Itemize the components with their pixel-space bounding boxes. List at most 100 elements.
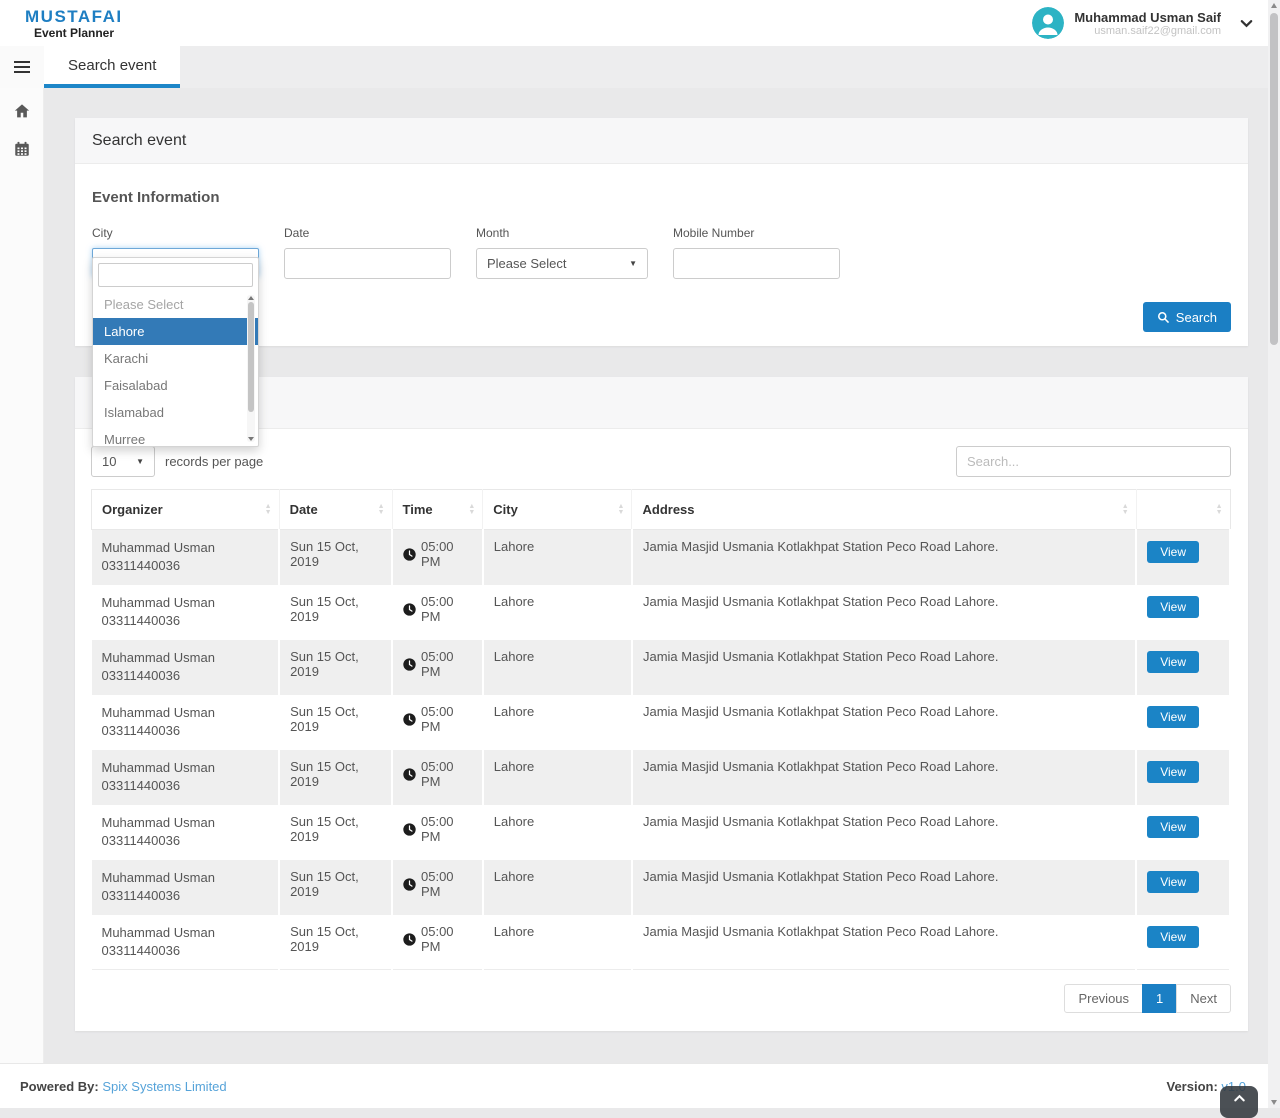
city-dropdown-option[interactable]: Please Select [93, 291, 258, 318]
column-header-time[interactable]: Time▲▼ [392, 490, 483, 530]
user-menu[interactable]: Muhammad Usman Saif usman.saif22@gmail.c… [1032, 7, 1280, 39]
action-cell: View [1136, 860, 1230, 915]
view-button[interactable]: View [1147, 761, 1199, 783]
dropdown-scrollbar[interactable] [247, 295, 255, 442]
view-button[interactable]: View [1147, 816, 1199, 838]
address-cell: Jamia Masjid Usmania Kotlakhpat Station … [632, 860, 1136, 915]
sort-icon[interactable]: ▲▼ [618, 504, 625, 516]
sort-icon[interactable]: ▲▼ [1122, 504, 1129, 516]
page-1-button[interactable]: 1 [1142, 984, 1177, 1013]
city-dropdown-panel: Please SelectLahoreKarachiFaisalabadIsla… [92, 257, 259, 447]
previous-page-button[interactable]: Previous [1064, 984, 1143, 1013]
time-cell: 05:00 PM [392, 585, 483, 640]
clock-icon [403, 933, 416, 946]
month-select[interactable]: Please Select ▼ [476, 248, 648, 279]
sort-icon[interactable]: ▲▼ [265, 504, 272, 516]
column-header-actions[interactable]: ▲▼ [1136, 490, 1230, 530]
city-label: City [92, 226, 259, 240]
page-length-control: 10 ▼ records per page [91, 446, 263, 477]
sort-icon[interactable]: ▲▼ [1216, 504, 1223, 516]
page-scrollbar-thumb[interactable] [1270, 13, 1278, 345]
table-row: Muhammad Usman 03311440036 Sun 15 Oct, 2… [92, 750, 1231, 805]
sort-icon[interactable]: ▲▼ [468, 504, 475, 516]
powered-by-link[interactable]: Spix Systems Limited [102, 1079, 226, 1094]
scrollbar-up-icon[interactable] [1271, 3, 1277, 8]
mobile-number-input[interactable] [673, 248, 840, 279]
column-header-address[interactable]: Address▲▼ [632, 490, 1136, 530]
city-dropdown-option[interactable]: Islamabad [93, 399, 258, 426]
time-cell: 05:00 PM [392, 750, 483, 805]
search-button[interactable]: Search [1143, 302, 1231, 332]
page-scrollbar[interactable] [1268, 0, 1280, 1108]
table-row: Muhammad Usman 03311440036 Sun 15 Oct, 2… [92, 530, 1231, 585]
dropdown-scrollbar-thumb[interactable] [248, 302, 254, 412]
date-cell: Sun 15 Oct, 2019 [279, 860, 392, 915]
view-button[interactable]: View [1147, 706, 1199, 728]
city-dropdown-option[interactable]: Faisalabad [93, 372, 258, 399]
tab-search-event[interactable]: Search event [44, 46, 180, 88]
table-header-row: Organizer▲▼ Date▲▼ Time▲▼ City▲▼ Address… [92, 490, 1231, 530]
column-header-city[interactable]: City▲▼ [483, 490, 632, 530]
table-row: Muhammad Usman 03311440036 Sun 15 Oct, 2… [92, 805, 1231, 860]
brand-subtitle: Event Planner [25, 26, 123, 40]
table-row: Muhammad Usman 03311440036 Sun 15 Oct, 2… [92, 695, 1231, 750]
records-per-page-value: 10 [102, 454, 116, 469]
home-icon[interactable] [13, 102, 31, 120]
records-per-page-select[interactable]: 10 ▼ [91, 446, 155, 477]
address-cell: Jamia Masjid Usmania Kotlakhpat Station … [632, 530, 1136, 585]
table-row: Muhammad Usman 03311440036 Sun 15 Oct, 2… [92, 585, 1231, 640]
date-cell: Sun 15 Oct, 2019 [279, 530, 392, 585]
time-cell: 05:00 PM [392, 640, 483, 695]
city-cell: Lahore [483, 695, 632, 750]
view-button[interactable]: View [1147, 541, 1199, 563]
chevron-up-icon [1232, 1091, 1247, 1106]
view-button[interactable]: View [1147, 926, 1199, 948]
city-dropdown-filter-input[interactable] [98, 263, 253, 287]
view-button[interactable]: View [1147, 871, 1199, 893]
sidebar-toggle-button[interactable] [0, 46, 44, 88]
organizer-cell: Muhammad Usman 03311440036 [92, 695, 280, 750]
chevron-down-icon[interactable] [1239, 16, 1254, 31]
column-header-date[interactable]: Date▲▼ [279, 490, 392, 530]
city-field-group: City Lahore Please SelectLahoreKarachiFa… [92, 226, 259, 279]
next-page-button[interactable]: Next [1176, 984, 1231, 1013]
scroll-down-icon [248, 437, 254, 441]
sort-icon[interactable]: ▲▼ [378, 504, 385, 516]
address-cell: Jamia Masjid Usmania Kotlakhpat Station … [632, 750, 1136, 805]
organizer-cell: Muhammad Usman 03311440036 [92, 805, 280, 860]
clock-icon [403, 658, 416, 671]
calendar-icon[interactable] [13, 140, 31, 158]
version-label: Version: [1167, 1079, 1218, 1094]
clock-icon [403, 878, 416, 891]
view-button[interactable]: View [1147, 596, 1199, 618]
city-dropdown-option[interactable]: Murree [93, 426, 258, 447]
action-cell: View [1136, 640, 1230, 695]
city-cell: Lahore [483, 805, 632, 860]
clock-icon [403, 713, 416, 726]
city-cell: Lahore [483, 915, 632, 970]
date-cell: Sun 15 Oct, 2019 [279, 640, 392, 695]
table-search-input[interactable] [956, 446, 1231, 477]
tab-bar: Search event [0, 46, 1280, 88]
city-dropdown-option[interactable]: Lahore [93, 318, 258, 345]
time-cell: 05:00 PM [392, 860, 483, 915]
user-email: usman.saif22@gmail.com [1074, 25, 1221, 37]
main-content: Search event Event Information City Laho… [44, 88, 1280, 1063]
card-title: Search event [75, 118, 1248, 164]
time-cell: 05:00 PM [392, 915, 483, 970]
clock-icon [403, 603, 416, 616]
mobile-field-group: Mobile Number [673, 226, 840, 279]
scroll-up-icon [248, 296, 254, 300]
user-name: Muhammad Usman Saif [1074, 10, 1221, 25]
date-cell: Sun 15 Oct, 2019 [279, 585, 392, 640]
date-field-group: Date [284, 226, 451, 279]
column-header-organizer[interactable]: Organizer▲▼ [92, 490, 280, 530]
date-input[interactable] [284, 248, 451, 279]
city-dropdown-option[interactable]: Karachi [93, 345, 258, 372]
scrollbar-down-icon[interactable] [1271, 1100, 1277, 1105]
organizer-cell: Muhammad Usman 03311440036 [92, 860, 280, 915]
scroll-to-top-button[interactable] [1220, 1086, 1258, 1118]
city-cell: Lahore [483, 860, 632, 915]
search-icon [1157, 311, 1170, 324]
view-button[interactable]: View [1147, 651, 1199, 673]
